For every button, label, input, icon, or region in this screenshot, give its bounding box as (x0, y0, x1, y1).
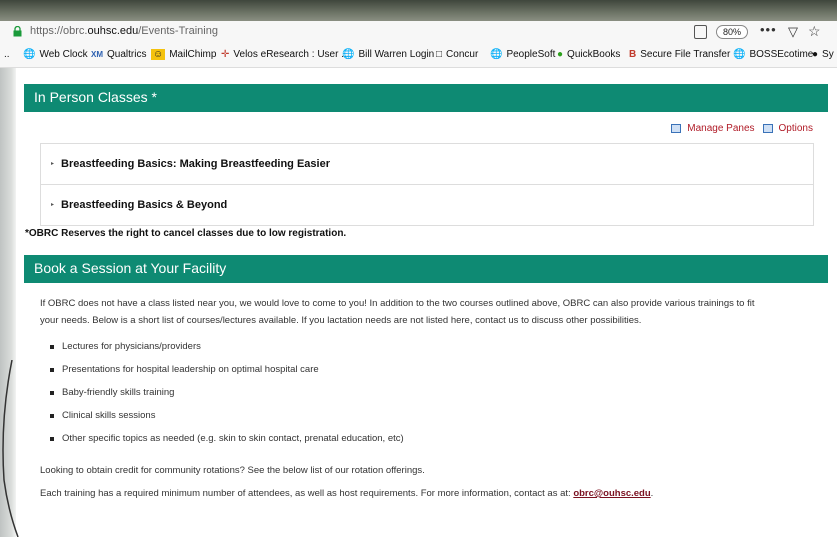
mailchimp-icon: ☺ (151, 49, 166, 60)
options-icon (762, 124, 773, 133)
bookmark-velos[interactable]: ✛ Velos eResearch : User ... (221, 49, 350, 60)
qualtrics-icon: XM (91, 50, 103, 59)
expand-arrow-icon[interactable]: ▸ (51, 160, 54, 167)
manage-panes-icon (671, 124, 682, 133)
bookmark-qualtrics[interactable]: XM Qualtrics (91, 49, 146, 60)
bookmark-bill-warren[interactable]: 🌐 Bill Warren Login (342, 49, 434, 60)
url-text[interactable]: https://obrc.ouhsc.edu/Events-Training (30, 25, 218, 37)
browser-top-strip (0, 0, 837, 21)
bookmark-web-clock[interactable]: 🌐 Web Clock (23, 49, 88, 60)
book-session-header: Book a Session at Your Facility (24, 255, 828, 283)
manage-panes-link[interactable]: Manage Panes (687, 123, 754, 134)
book-session-intro: If OBRC does not have a class listed nea… (40, 298, 755, 326)
bookmark-mailchimp[interactable]: ☺ MailChimp (151, 49, 216, 60)
secure-transfer-icon: B (629, 49, 637, 60)
bookmark-quickbooks[interactable]: ● QuickBooks (557, 49, 620, 60)
list-item: Baby-friendly skills training (50, 381, 404, 404)
bookmark-sy[interactable]: ● Sy (812, 49, 834, 60)
bookmark-secure-file-transfer[interactable]: B Secure File Transfer (629, 49, 730, 60)
globe-icon: 🌐 (733, 49, 746, 60)
cancellation-note: *OBRC Reserves the right to cancel class… (25, 228, 347, 239)
bullet-icon (50, 436, 54, 441)
class-title[interactable]: Breastfeeding Basics & Beyond (61, 199, 227, 211)
bookmark-peoplesoft[interactable]: 🌐 PeopleSoft (490, 49, 555, 60)
bullet-icon (50, 413, 54, 418)
bookmarks-toolbar: .. 🌐 Web Clock XM Qualtrics ☺ MailChimp ✛ Ve… (0, 43, 837, 68)
velos-icon: ✛ (221, 49, 230, 60)
host-requirements-text: Each training has a required minimum num… (40, 488, 654, 499)
bookmark-concur[interactable]: □ Concur (436, 49, 478, 60)
bullet-icon (50, 367, 54, 372)
bookmark-star-icon[interactable]: ☆ (808, 23, 821, 40)
address-bar[interactable]: https://obrc.ouhsc.edu/Events-Training 8… (0, 21, 837, 43)
dark-circle-icon: ● (812, 49, 819, 60)
book-session-title: Book a Session at Your Facility (34, 260, 227, 276)
expand-arrow-icon[interactable]: ▸ (51, 201, 54, 208)
training-list: Lectures for physicians/providers Presen… (50, 335, 404, 450)
page-icon: □ (436, 49, 443, 60)
in-person-classes-header: In Person Classes * (24, 84, 828, 112)
bookmark-overflow-icon[interactable]: .. (4, 49, 10, 60)
class-accordion-item[interactable]: ▸ Breastfeeding Basics & Beyond (40, 184, 814, 226)
quickbooks-icon: ● (557, 49, 564, 60)
class-title[interactable]: Breastfeeding Basics: Making Breastfeedi… (61, 158, 330, 170)
pocket-icon[interactable]: ▽ (788, 24, 798, 40)
list-item: Other specific topics as needed (e.g. sk… (50, 427, 404, 450)
list-item: Clinical skills sessions (50, 404, 404, 427)
globe-icon: 🌐 (342, 49, 355, 60)
credit-text: Looking to obtain credit for community r… (40, 465, 425, 476)
bullet-icon (50, 390, 54, 395)
list-item: Presentations for hospital leadership on… (50, 358, 404, 381)
lock-icon (13, 26, 22, 37)
email-link[interactable]: obrc@ouhsc.edu (573, 488, 650, 499)
pane-controls: Manage Panes Options (671, 123, 813, 134)
globe-icon: 🌐 (23, 49, 36, 60)
bullet-icon (50, 344, 54, 349)
page-actions-menu-icon[interactable]: ••• (760, 22, 777, 37)
options-link[interactable]: Options (779, 123, 813, 134)
bookmark-bossecotime[interactable]: 🌐 BOSSEcotime (733, 49, 813, 60)
globe-icon: 🌐 (490, 49, 503, 60)
decorative-curve (2, 360, 19, 537)
in-person-classes-title: In Person Classes * (34, 89, 157, 105)
reader-view-icon[interactable] (694, 25, 707, 39)
class-accordion-item[interactable]: ▸ Breastfeeding Basics: Making Breastfee… (40, 143, 814, 185)
list-item: Lectures for physicians/providers (50, 335, 404, 358)
zoom-level-badge[interactable]: 80% (716, 25, 749, 39)
